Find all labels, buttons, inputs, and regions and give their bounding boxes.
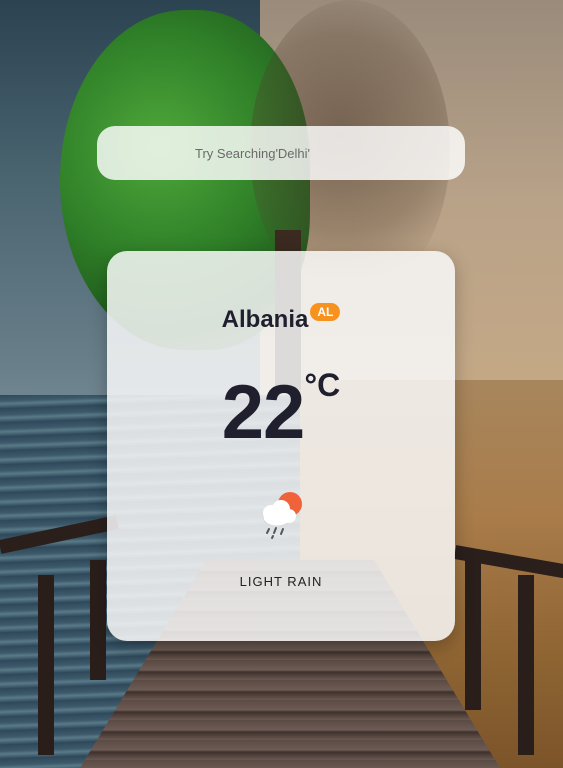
country-code-badge: AL: [310, 303, 341, 322]
pier-post: [465, 560, 481, 710]
city-name: Albania: [221, 306, 309, 333]
pier-post: [518, 575, 534, 755]
search-input[interactable]: [193, 144, 437, 162]
location-row: Albania AL: [107, 303, 455, 334]
pier-post: [90, 560, 106, 680]
pier-post: [38, 575, 54, 755]
temperature-row: 22°C: [107, 367, 455, 456]
weather-condition: LIGHT RAIN: [239, 574, 323, 589]
sun-behind-rain-cloud-icon: [262, 492, 302, 539]
temperature-unit: °C: [304, 367, 341, 403]
weather-card: Albania AL 22°C LIGHT RAIN: [107, 251, 455, 641]
temperature-value: 22: [221, 370, 306, 455]
search-bar[interactable]: [97, 126, 465, 180]
background-scene: AlbaniaAL 22°C LIGHT RAIN: [0, 0, 563, 768]
